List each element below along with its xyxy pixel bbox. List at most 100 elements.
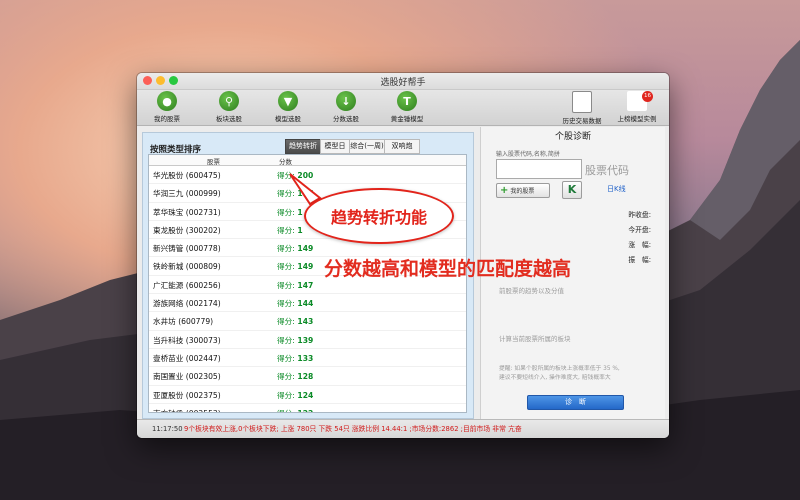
title-bar: 选股好帮手 xyxy=(137,73,669,90)
list-item[interactable]: 水井坊 (600779) 得分: 143 xyxy=(149,312,466,331)
score-prefix: 得分: xyxy=(277,372,295,382)
score-value: 147 xyxy=(297,280,314,290)
score-value: 143 xyxy=(297,317,314,327)
tab-trend-reversal[interactable]: 趋势转折 xyxy=(285,139,321,154)
score-value: 122 xyxy=(297,409,313,412)
score-prefix: 得分: xyxy=(277,280,295,290)
list-item[interactable]: 亚厦股份 (002375) 得分: 124 xyxy=(149,386,466,404)
tip-line-1: 提醒: 如果个股所属的板块上涨概率低于 35 %, xyxy=(499,366,620,372)
stock-name: 铁岭新城 (000809) xyxy=(153,262,221,272)
score-prefix: 得分: xyxy=(277,262,295,272)
diagnosis-description: 前股票的趋势以及分值 xyxy=(499,287,564,295)
funnel-icon: ▼ xyxy=(278,91,298,111)
score-value: 1 xyxy=(297,225,303,235)
market-status-text: 9个板块有效上涨,0个板块下跌; 上涨 780只 下跌 54只 涨跌比例 14.… xyxy=(184,425,522,433)
stock-score: 得分: 139 xyxy=(277,335,313,346)
score-prefix: 得分: xyxy=(277,299,295,309)
stock-code-input[interactable] xyxy=(496,159,582,179)
list-item[interactable]: 游族网络 (002174) 得分: 144 xyxy=(149,294,466,313)
column-header-score[interactable]: 分数 xyxy=(279,156,292,166)
stock-name: 萃华珠宝 (002731) xyxy=(153,207,221,217)
list-header: 股票 分数 xyxy=(149,155,466,166)
magnifier-icon: ⚲ xyxy=(219,91,239,111)
stock-name: 华润三九 (000999) xyxy=(153,189,221,199)
tab-model-day[interactable]: 模型日 xyxy=(320,139,350,154)
daily-k-line-link[interactable]: 日K线 xyxy=(607,184,626,194)
add-my-stock-button[interactable]: + 我的股票 xyxy=(496,183,550,198)
tab-weekly[interactable]: 综合(一周) xyxy=(349,139,385,154)
score-prefix: 得分: xyxy=(277,353,295,363)
score-value: 124 xyxy=(297,390,314,400)
document-icon: ≡ xyxy=(572,91,592,113)
score-value: 149 xyxy=(297,244,314,254)
stock-score: 得分: 149 xyxy=(277,261,313,272)
status-bar: 11:17:50 9个板块有效上涨,0个板块下跌; 上涨 780只 下跌 54只… xyxy=(137,419,669,438)
stock-score: 得分: 122 xyxy=(277,408,313,412)
sector-description: 计算当前股票所属的板块 xyxy=(499,335,571,343)
score-prefix: 得分: xyxy=(277,317,295,327)
stock-name: 当升科技 (300073) xyxy=(153,335,221,345)
stock-name: 广汇能源 (600256) xyxy=(153,280,221,290)
k-line-button[interactable]: K xyxy=(562,181,582,199)
score-prefix: 得分: xyxy=(277,244,295,254)
score-value: 133 xyxy=(297,353,314,363)
column-header-stock[interactable]: 股票 xyxy=(207,156,220,166)
ranking-tabs: 趋势转折 模型日 综合(一周) 双响炮 xyxy=(285,139,420,154)
stock-score: 得分: 133 xyxy=(277,353,313,364)
stock-name: 水井坊 (600779) xyxy=(153,317,214,327)
change-label: 涨 幅: xyxy=(628,241,651,249)
tip-line-2: 建议不要短线介入, 操作难度大, 赔钱概率大 xyxy=(499,375,611,381)
status-time: 11:17:50 xyxy=(152,425,183,433)
model-pick-button[interactable]: ▼ 模型选股 xyxy=(266,91,310,123)
list-item[interactable]: 当升科技 (300073) 得分: 139 xyxy=(149,331,466,349)
arrow-down-icon: ↓ xyxy=(336,91,356,111)
feature-callout-bubble: 趋势转折功能 xyxy=(304,188,454,244)
sector-pick-button[interactable]: ⚲ 板块选股 xyxy=(207,91,251,123)
score-prefix: 得分: xyxy=(277,335,295,345)
window-title: 选股好帮手 xyxy=(380,78,426,88)
amplitude-label: 振 幅: xyxy=(628,256,651,264)
open-today-label: 今开盘: xyxy=(628,226,651,234)
stock-score: 得分: 149 xyxy=(277,243,313,254)
list-item[interactable]: 南方轴承 (002553) 得分: 122 xyxy=(149,404,466,412)
score-pick-button[interactable]: ↓ 分数选股 xyxy=(324,91,368,123)
score-explanation-text: 分数越高和模型的匹配度越高 xyxy=(324,258,572,280)
stock-name: 华光股份 (600475) xyxy=(153,171,221,180)
stock-code-label: 股票代码 xyxy=(585,164,629,177)
stock-name: 東龙股份 (300202) xyxy=(153,225,221,235)
person-icon: ● xyxy=(157,91,177,111)
score-value: 149 xyxy=(297,262,314,272)
stock-score: 得分: 144 xyxy=(277,298,313,309)
notification-badge: 16 xyxy=(642,91,653,102)
stock-name: 南国置业 (002305) xyxy=(153,372,221,382)
list-item[interactable]: 壹桥苗业 (002447) 得分: 133 xyxy=(149,349,466,368)
score-prefix: 得分: xyxy=(277,409,295,412)
score-prefix: 得分: xyxy=(277,390,295,400)
stock-score: 得分: 147 xyxy=(277,280,313,291)
list-item[interactable]: 南国置业 (002305) 得分: 128 xyxy=(149,367,466,386)
score-prefix: 得分: xyxy=(277,225,295,235)
stock-score: 得分: 143 xyxy=(277,316,313,327)
score-value: 144 xyxy=(297,299,314,309)
tab-double-shot[interactable]: 双响炮 xyxy=(384,139,420,154)
diagnose-button[interactable]: 诊 断 xyxy=(527,395,624,410)
hammer-icon: T xyxy=(397,91,417,111)
prev-close-label: 昨收盘: xyxy=(628,211,651,219)
stock-score: 得分: 1 xyxy=(277,225,303,236)
input-hint: 输入股票代码,名称,简拼 xyxy=(496,151,560,158)
top-models-button[interactable]: ↗ 16 上榜模型实例 xyxy=(615,91,659,123)
score-value: 128 xyxy=(297,372,314,382)
golden-hammer-button[interactable]: T 黄金锤模型 xyxy=(385,91,429,123)
history-data-button[interactable]: ≡ 历史交易数据 xyxy=(560,91,604,125)
stock-name: 壹桥苗业 (002447) xyxy=(153,353,221,363)
my-stocks-button[interactable]: ● 我的股票 xyxy=(145,91,189,123)
score-value: 139 xyxy=(297,335,314,345)
stock-score: 得分: 128 xyxy=(277,371,313,382)
stock-name: 新兴铸管 (000778) xyxy=(153,244,221,254)
diagnosis-title: 个股诊断 xyxy=(554,132,591,142)
stock-name: 南方轴承 (002553) xyxy=(153,408,221,412)
plus-icon: + xyxy=(500,185,509,196)
stock-name: 亚厦股份 (002375) xyxy=(153,390,221,400)
stock-name: 游族网络 (002174) xyxy=(153,299,221,309)
toolbar: ● 我的股票 ⚲ 板块选股 ▼ 模型选股 ↓ 分数选股 T 黄金锤模型 ≡ 历史… xyxy=(137,90,669,126)
